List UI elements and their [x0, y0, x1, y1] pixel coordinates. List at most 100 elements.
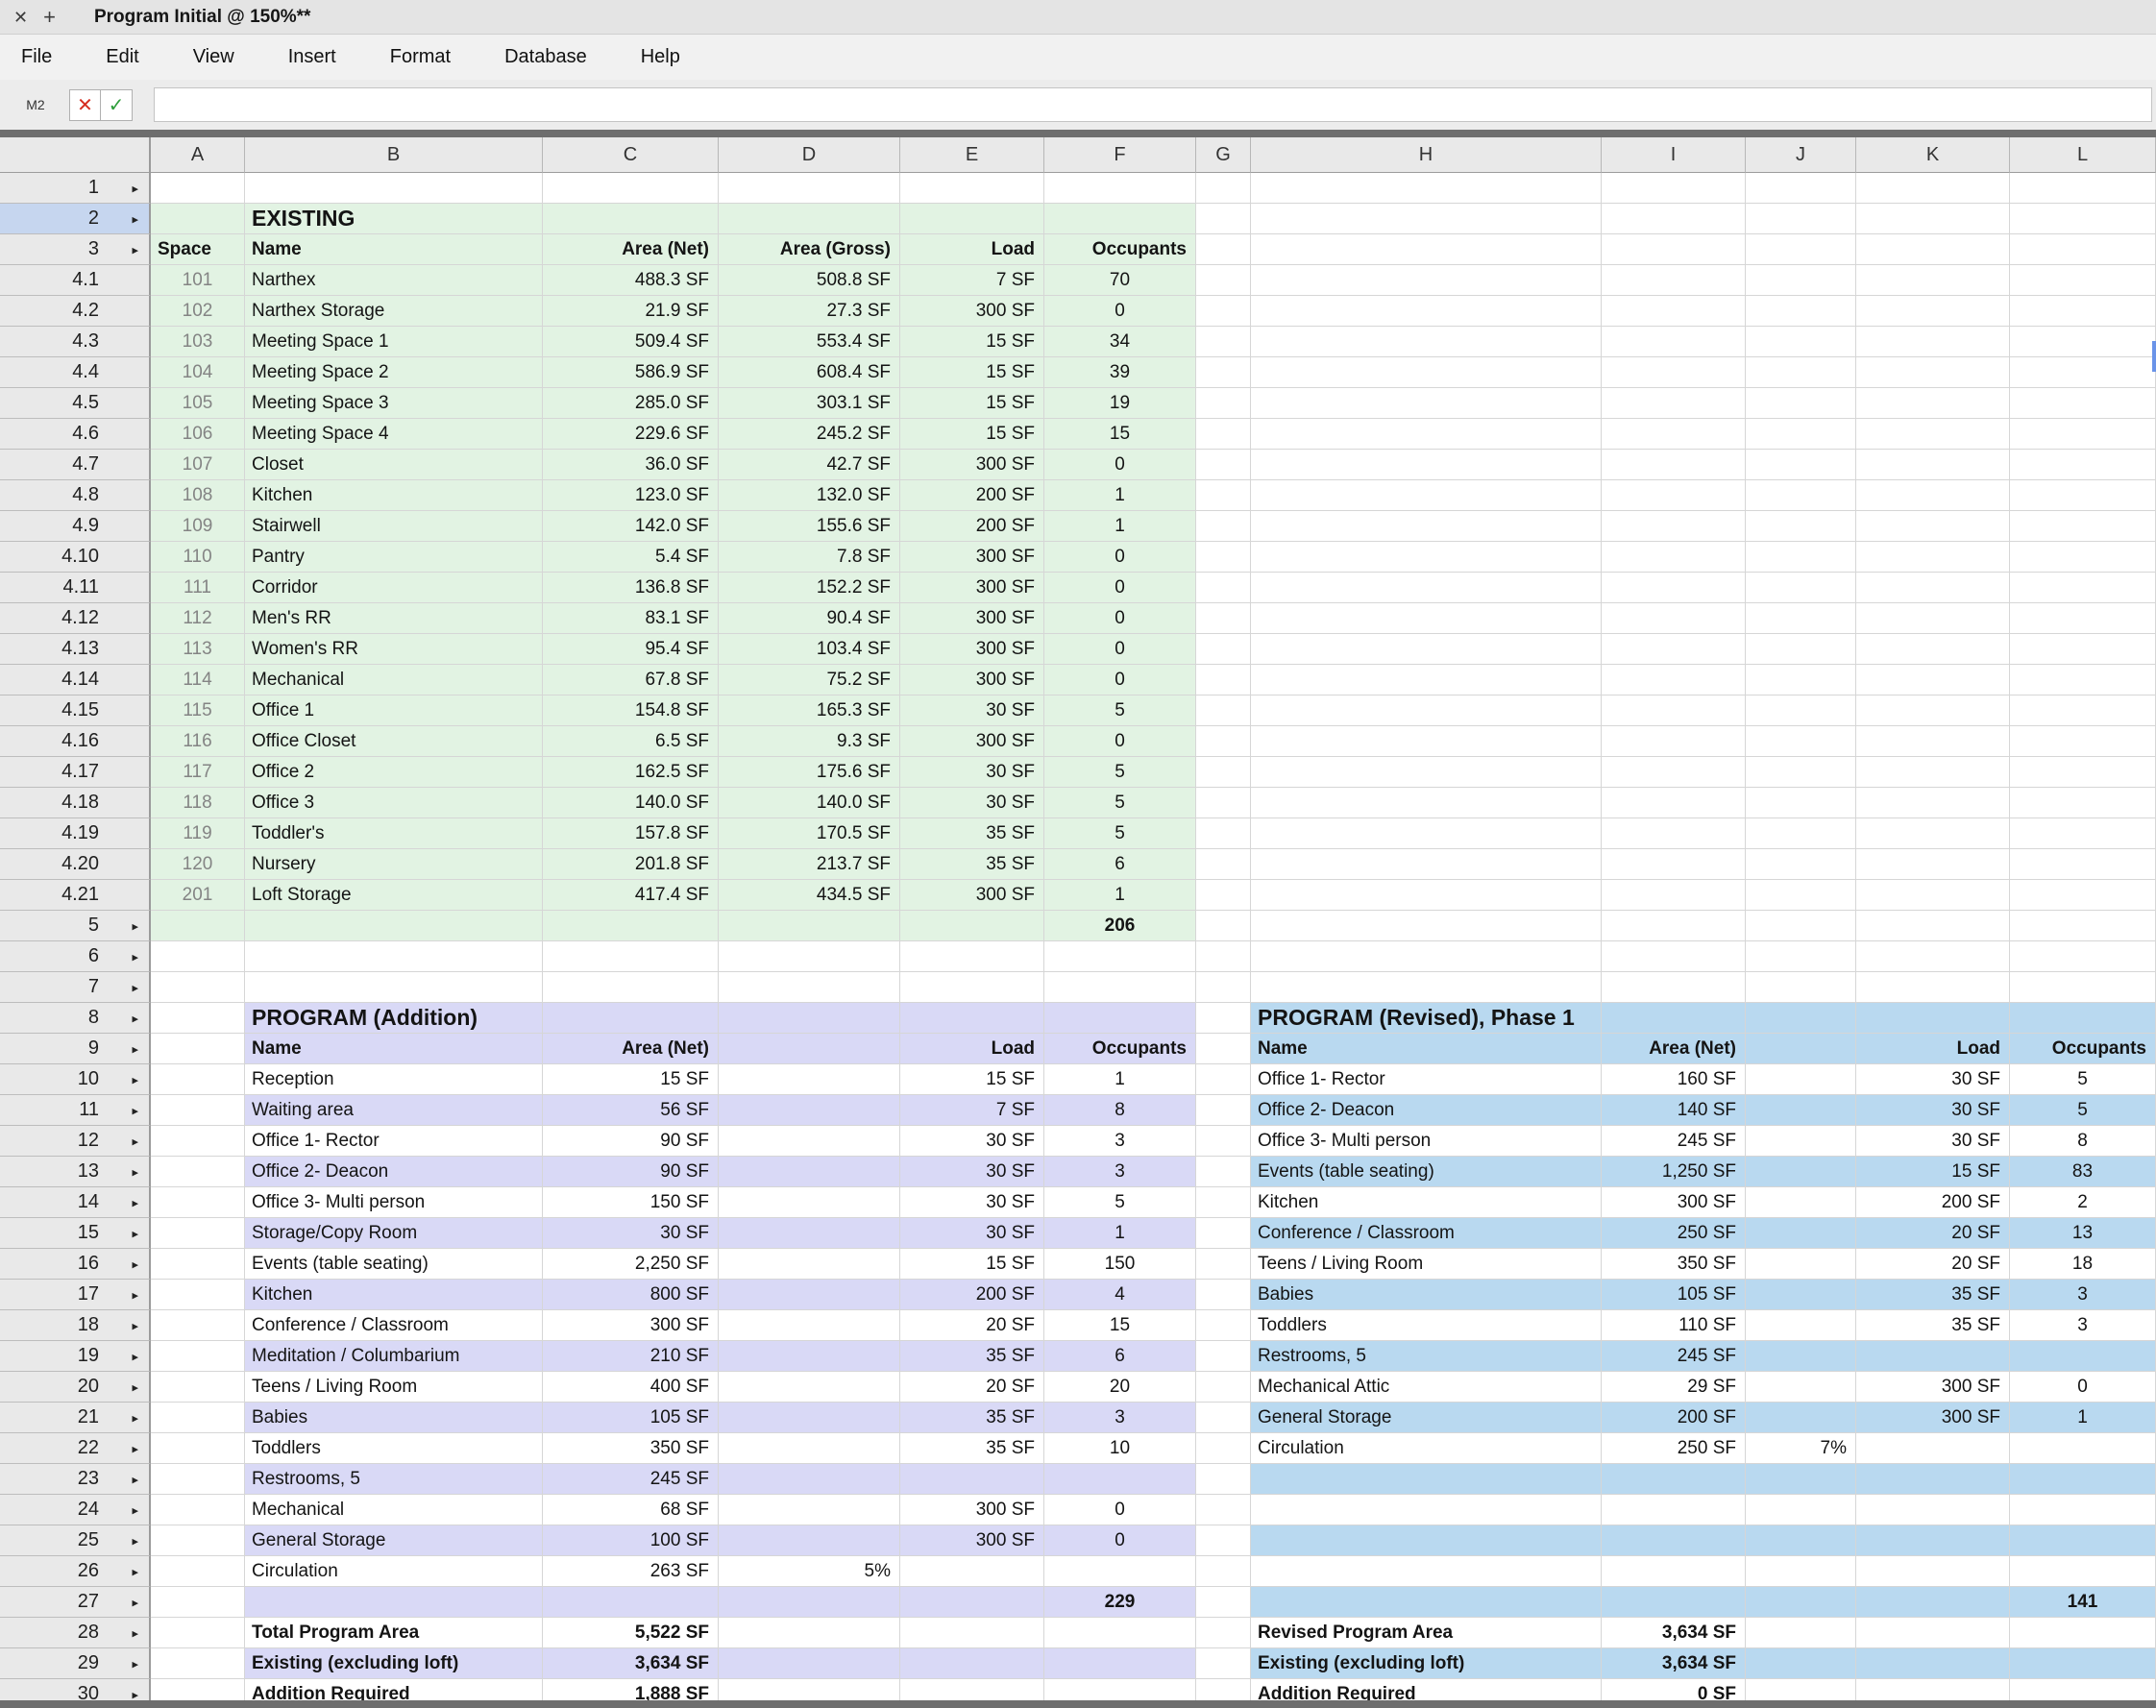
cell-K5[interactable] — [1856, 911, 2010, 941]
cell-G2[interactable] — [1196, 204, 1251, 234]
cell-D4.17[interactable]: 175.6 SF — [719, 757, 900, 788]
cell-E13[interactable]: 30 SF — [900, 1157, 1044, 1187]
cell-D11[interactable] — [719, 1095, 900, 1126]
cell-G12[interactable] — [1196, 1126, 1251, 1157]
row-disclosure-icon[interactable]: ▸ — [132, 1657, 138, 1670]
cell-G6[interactable] — [1196, 941, 1251, 972]
cell-I4.6[interactable] — [1602, 419, 1746, 450]
cell-F17[interactable]: 4 — [1044, 1280, 1196, 1310]
cell-A3[interactable]: Space — [151, 234, 245, 265]
cell-A4.3[interactable]: 103 — [151, 327, 245, 357]
cell-C19[interactable]: 210 SF — [543, 1341, 719, 1372]
row-disclosure-icon[interactable]: ▸ — [132, 1196, 138, 1208]
cell-F11[interactable]: 8 — [1044, 1095, 1196, 1126]
cell-B4.12[interactable]: Men's RR — [245, 603, 543, 634]
cell-K2[interactable] — [1856, 204, 2010, 234]
cell-G28[interactable] — [1196, 1618, 1251, 1648]
cell-C21[interactable]: 105 SF — [543, 1403, 719, 1433]
cell-J24[interactable] — [1746, 1495, 1856, 1525]
cell-A23[interactable] — [151, 1464, 245, 1495]
cell-I4.13[interactable] — [1602, 634, 1746, 665]
cell-L4.9[interactable] — [2010, 511, 2156, 542]
cell-I5[interactable] — [1602, 911, 1746, 941]
row-header-1[interactable]: 1▸ — [0, 173, 151, 204]
cell-G4.8[interactable] — [1196, 480, 1251, 511]
cell-J27[interactable] — [1746, 1587, 1856, 1618]
row-header-17[interactable]: 17▸ — [0, 1280, 151, 1310]
cell-K4.3[interactable] — [1856, 327, 2010, 357]
cell-A9[interactable] — [151, 1034, 245, 1064]
cell-K17[interactable]: 35 SF — [1856, 1280, 2010, 1310]
cell-L4.20[interactable] — [2010, 849, 2156, 880]
cell-B4.18[interactable]: Office 3 — [245, 788, 543, 818]
cell-F28[interactable] — [1044, 1618, 1196, 1648]
cell-F4.11[interactable]: 0 — [1044, 573, 1196, 603]
cell-K4.13[interactable] — [1856, 634, 2010, 665]
cell-K13[interactable]: 15 SF — [1856, 1157, 2010, 1187]
cell-E4.6[interactable]: 15 SF — [900, 419, 1044, 450]
cell-H4.9[interactable] — [1251, 511, 1602, 542]
cell-G21[interactable] — [1196, 1403, 1251, 1433]
cell-I4.5[interactable] — [1602, 388, 1746, 419]
cell-C24[interactable]: 68 SF — [543, 1495, 719, 1525]
cell-J23[interactable] — [1746, 1464, 1856, 1495]
row-header-4.7[interactable]: 4.7 — [0, 450, 151, 480]
cell-I10[interactable]: 160 SF — [1602, 1064, 1746, 1095]
cell-I4.4[interactable] — [1602, 357, 1746, 388]
cell-L25[interactable] — [2010, 1525, 2156, 1556]
row-header-21[interactable]: 21▸ — [0, 1403, 151, 1433]
row-header-4.5[interactable]: 4.5 — [0, 388, 151, 419]
cell-B19[interactable]: Meditation / Columbarium — [245, 1341, 543, 1372]
cell-F4.16[interactable]: 0 — [1044, 726, 1196, 757]
cell-L15[interactable]: 13 — [2010, 1218, 2156, 1249]
cell-A4.5[interactable]: 105 — [151, 388, 245, 419]
cell-F16[interactable]: 150 — [1044, 1249, 1196, 1280]
cell-A4.13[interactable]: 113 — [151, 634, 245, 665]
cell-L4.18[interactable] — [2010, 788, 2156, 818]
cell-K4.16[interactable] — [1856, 726, 2010, 757]
cell-A4.12[interactable]: 112 — [151, 603, 245, 634]
cell-B13[interactable]: Office 2- Deacon — [245, 1157, 543, 1187]
row-header-7[interactable]: 7▸ — [0, 972, 151, 1003]
cell-C14[interactable]: 150 SF — [543, 1187, 719, 1218]
cell-I4.17[interactable] — [1602, 757, 1746, 788]
cell-B21[interactable]: Babies — [245, 1403, 543, 1433]
cell-F4.10[interactable]: 0 — [1044, 542, 1196, 573]
column-header-A[interactable]: A — [151, 137, 245, 173]
cell-B4.13[interactable]: Women's RR — [245, 634, 543, 665]
cell-A11[interactable] — [151, 1095, 245, 1126]
cell-G16[interactable] — [1196, 1249, 1251, 1280]
cell-J19[interactable] — [1746, 1341, 1856, 1372]
cell-F4.18[interactable]: 5 — [1044, 788, 1196, 818]
cell-F4.21[interactable]: 1 — [1044, 880, 1196, 911]
cell-B7[interactable] — [245, 972, 543, 1003]
cell-F4.4[interactable]: 39 — [1044, 357, 1196, 388]
cell-C6[interactable] — [543, 941, 719, 972]
cell-L5[interactable] — [2010, 911, 2156, 941]
cell-D25[interactable] — [719, 1525, 900, 1556]
cell-C4.6[interactable]: 229.6 SF — [543, 419, 719, 450]
cell-D4.9[interactable]: 155.6 SF — [719, 511, 900, 542]
cell-H13[interactable]: Events (table seating) — [1251, 1157, 1602, 1187]
cell-I4.2[interactable] — [1602, 296, 1746, 327]
cell-H8[interactable]: PROGRAM (Revised), Phase 1 — [1251, 1003, 1602, 1034]
cell-F14[interactable]: 5 — [1044, 1187, 1196, 1218]
row-disclosure-icon[interactable]: ▸ — [132, 919, 138, 932]
cell-L7[interactable] — [2010, 972, 2156, 1003]
cell-H4.16[interactable] — [1251, 726, 1602, 757]
cell-F12[interactable]: 3 — [1044, 1126, 1196, 1157]
row-header-4.4[interactable]: 4.4 — [0, 357, 151, 388]
cell-A4.16[interactable]: 116 — [151, 726, 245, 757]
cell-D27[interactable] — [719, 1587, 900, 1618]
row-disclosure-icon[interactable]: ▸ — [132, 1380, 138, 1393]
cell-G4.7[interactable] — [1196, 450, 1251, 480]
row-header-4.16[interactable]: 4.16 — [0, 726, 151, 757]
cell-L4.21[interactable] — [2010, 880, 2156, 911]
cell-D4.4[interactable]: 608.4 SF — [719, 357, 900, 388]
cell-B25[interactable]: General Storage — [245, 1525, 543, 1556]
cell-H4.20[interactable] — [1251, 849, 1602, 880]
cell-K18[interactable]: 35 SF — [1856, 1310, 2010, 1341]
cell-A21[interactable] — [151, 1403, 245, 1433]
cell-L4.14[interactable] — [2010, 665, 2156, 695]
row-disclosure-icon[interactable]: ▸ — [132, 1596, 138, 1608]
